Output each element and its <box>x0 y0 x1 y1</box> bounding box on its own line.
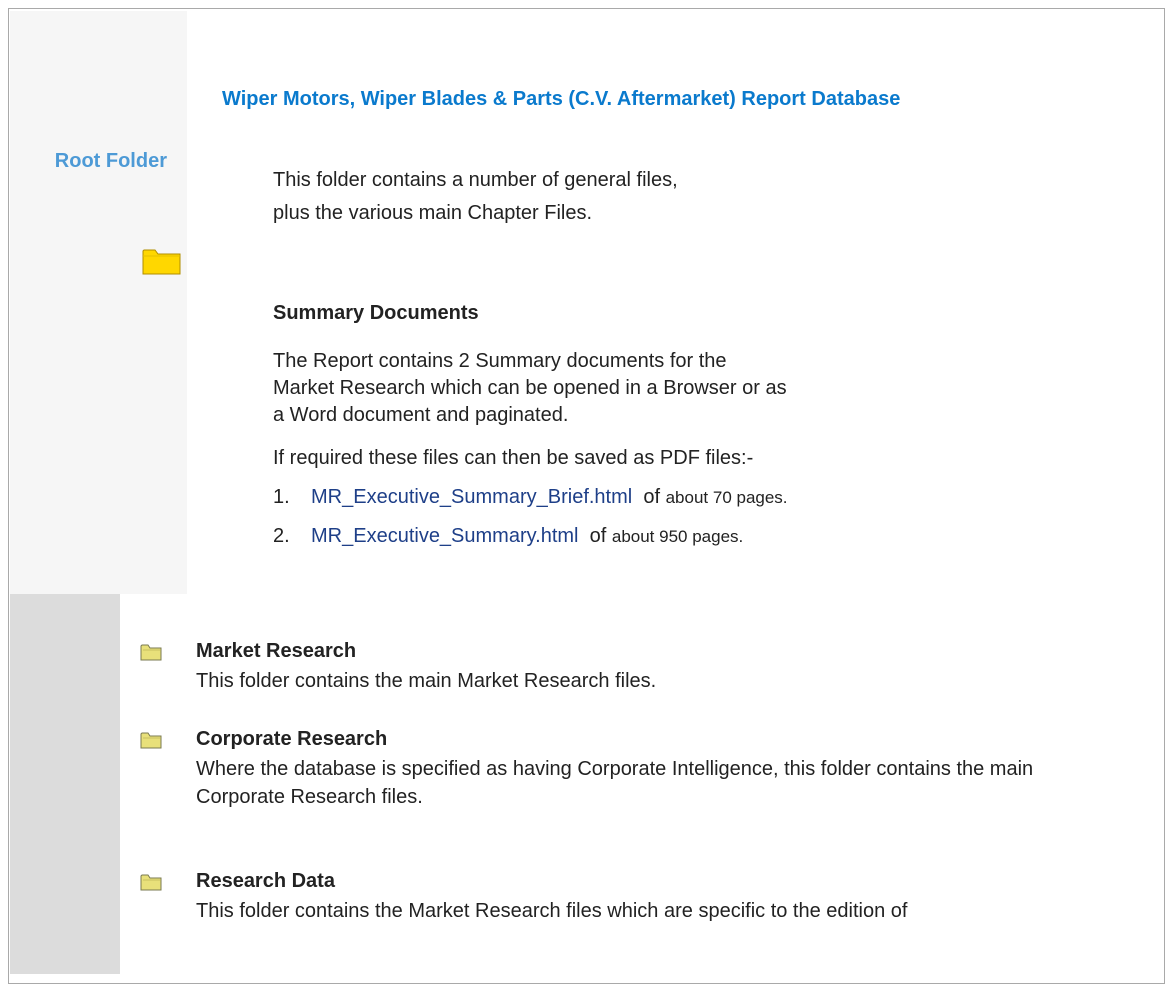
executive-summary-brief-link[interactable]: MR_Executive_Summary_Brief.html <box>311 486 632 508</box>
folder-title-corporate-research[interactable]: Corporate Research <box>196 728 387 751</box>
page-count: about 70 pages. <box>665 488 788 507</box>
folder-title-research-data[interactable]: Research Data <box>196 870 335 893</box>
summary-description: The Report contains 2 Summary documents … <box>273 350 787 426</box>
page-title: Wiper Motors, Wiper Blades & Parts (C.V.… <box>222 88 901 110</box>
folder-description: This folder contains the Market Research… <box>196 900 908 922</box>
folder-description: Where the database is specified as havin… <box>196 758 1034 808</box>
summary-title: Summary Documents <box>273 302 479 324</box>
folder-icon[interactable] <box>140 643 162 661</box>
list-number: 2. <box>273 525 290 547</box>
sidebar-bottom-panel <box>10 594 120 974</box>
sidebar-top-panel <box>10 11 187 594</box>
folder-icon <box>142 249 181 275</box>
folder-description: This folder contains the main Market Res… <box>196 670 657 692</box>
page-count: about 950 pages. <box>611 527 744 546</box>
folder-title-market-research[interactable]: Market Research <box>196 640 356 663</box>
executive-summary-link[interactable]: MR_Executive_Summary.html <box>311 525 578 547</box>
intro-text: This folder contains a number of general… <box>273 169 678 224</box>
folder-icon[interactable] <box>140 873 162 891</box>
list-number: 1. <box>273 486 290 508</box>
summary-pdf-note: If required these files can then be save… <box>273 447 754 469</box>
folder-icon[interactable] <box>140 731 162 749</box>
list-item: 1. MR_Executive_Summary_Brief.html of abo… <box>273 486 788 509</box>
list-item: 2. MR_Executive_Summary.html of about 950… <box>273 525 743 548</box>
of-text: of <box>589 525 607 547</box>
of-text: of <box>643 486 661 508</box>
root-folder-label: Root Folder <box>54 150 167 172</box>
